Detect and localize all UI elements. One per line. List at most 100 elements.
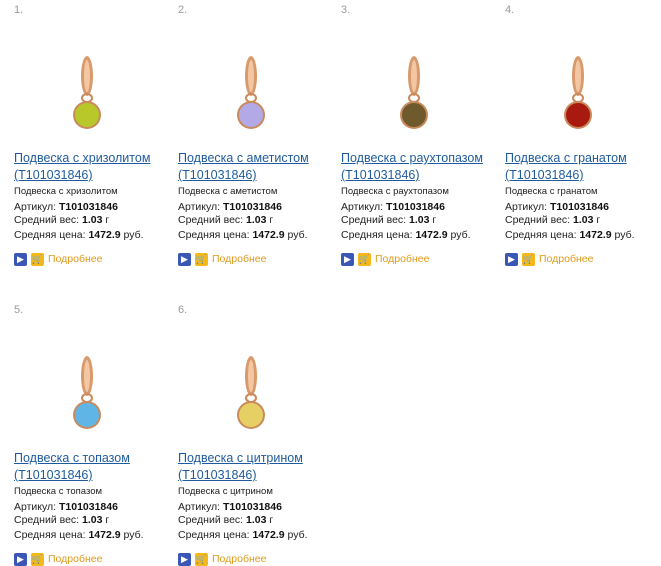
price-label: Средняя цена: xyxy=(505,229,577,241)
weight-label: Средний вес: xyxy=(505,214,571,226)
actions-row: ▶ 🛒 Подробнее xyxy=(505,252,593,266)
price-unit: руб. xyxy=(123,529,144,541)
product-image[interactable] xyxy=(347,18,481,138)
price-label: Средняя цена: xyxy=(341,229,413,241)
weight-unit: г xyxy=(269,214,274,226)
cart-icon[interactable]: 🛒 xyxy=(31,252,44,266)
pendant-image xyxy=(73,56,101,129)
pendant-image xyxy=(237,56,265,129)
article-label: Артикул: xyxy=(178,201,221,213)
price-value: 1472.9 xyxy=(252,529,285,541)
article-value: T101031846 xyxy=(58,201,118,213)
product-number: 6. xyxy=(178,304,188,316)
article-value: T101031846 xyxy=(549,201,609,213)
product-title-link[interactable]: Подвеска с гранатом (T101031846) xyxy=(505,150,661,184)
weight-unit: г xyxy=(105,214,110,226)
article-label: Артикул: xyxy=(14,501,57,513)
product-title-link[interactable]: Подвеска с топазом (T101031846) xyxy=(14,450,174,484)
article-label: Артикул: xyxy=(178,501,221,513)
cart-icon[interactable]: 🛒 xyxy=(195,252,208,266)
price-row: Средняя цена: 1472.9 руб. xyxy=(178,529,308,541)
actions-row: ▶ 🛒 Подробнее xyxy=(14,552,102,566)
weight-row: Средний вес: 1.03 г xyxy=(14,214,109,226)
cart-icon[interactable]: 🛒 xyxy=(195,552,208,566)
cart-icon[interactable]: 🛒 xyxy=(31,552,44,566)
product-image[interactable] xyxy=(184,18,318,138)
arrow-right-icon[interactable]: ▶ xyxy=(341,252,354,266)
arrow-right-icon[interactable]: ▶ xyxy=(14,252,27,266)
product-number: 2. xyxy=(178,4,188,16)
actions-row: ▶ 🛒 Подробнее xyxy=(14,252,102,266)
arrow-right-icon[interactable]: ▶ xyxy=(14,552,27,566)
price-row: Средняя цена: 1472.9 руб. xyxy=(14,229,144,241)
weight-value: 1.03 xyxy=(409,214,430,226)
weight-label: Средний вес: xyxy=(341,214,407,226)
weight-label: Средний вес: xyxy=(14,214,80,226)
weight-row: Средний вес: 1.03 г xyxy=(178,214,273,226)
article-row: Артикул: T101031846 xyxy=(178,501,282,513)
pendant-image xyxy=(237,356,265,429)
price-unit: руб. xyxy=(123,229,144,241)
weight-row: Средний вес: 1.03 г xyxy=(14,514,109,526)
product-image[interactable] xyxy=(511,18,645,138)
article-value: T101031846 xyxy=(385,201,445,213)
price-row: Средняя цена: 1472.9 руб. xyxy=(14,529,144,541)
article-row: Артикул: T101031846 xyxy=(505,201,609,213)
price-row: Средняя цена: 1472.9 руб. xyxy=(341,229,471,241)
product-title-link[interactable]: Подвеска с хризолитом (T101031846) xyxy=(14,150,174,184)
more-link[interactable]: Подробнее xyxy=(212,553,266,565)
product-description: Подвеска с цитрином xyxy=(178,486,273,497)
product-image[interactable] xyxy=(20,18,154,138)
price-value: 1472.9 xyxy=(415,229,448,241)
product-image[interactable] xyxy=(184,318,318,438)
weight-row: Средний вес: 1.03 г xyxy=(505,214,600,226)
actions-row: ▶ 🛒 Подробнее xyxy=(178,252,266,266)
product-title-link[interactable]: Подвеска с раухтопазом (T101031846) xyxy=(341,150,501,184)
product-image[interactable] xyxy=(20,318,154,438)
weight-row: Средний вес: 1.03 г xyxy=(341,214,436,226)
price-value: 1472.9 xyxy=(252,229,285,241)
price-value: 1472.9 xyxy=(88,229,121,241)
price-label: Средняя цена: xyxy=(178,529,250,541)
pendant-image xyxy=(73,356,101,429)
arrow-right-icon[interactable]: ▶ xyxy=(178,252,191,266)
article-value: T101031846 xyxy=(222,501,282,513)
article-row: Артикул: T101031846 xyxy=(14,501,118,513)
price-label: Средняя цена: xyxy=(178,229,250,241)
product-title-link[interactable]: Подвеска с аметистом (T101031846) xyxy=(178,150,338,184)
product-number: 3. xyxy=(341,4,351,16)
arrow-right-icon[interactable]: ▶ xyxy=(178,552,191,566)
more-link[interactable]: Подробнее xyxy=(375,253,429,265)
product-description: Подвеска с хризолитом xyxy=(14,186,118,197)
weight-value: 1.03 xyxy=(246,214,267,226)
pendant-image xyxy=(400,56,428,129)
price-unit: руб. xyxy=(450,229,471,241)
article-value: T101031846 xyxy=(58,501,118,513)
article-label: Артикул: xyxy=(14,201,57,213)
price-unit: руб. xyxy=(614,229,635,241)
product-description: Подвеска с гранатом xyxy=(505,186,598,197)
article-row: Артикул: T101031846 xyxy=(341,201,445,213)
weight-unit: г xyxy=(432,214,437,226)
price-unit: руб. xyxy=(287,229,308,241)
weight-label: Средний вес: xyxy=(14,514,80,526)
pendant-image xyxy=(564,56,592,129)
price-row: Средняя цена: 1472.9 руб. xyxy=(178,229,308,241)
weight-label: Средний вес: xyxy=(178,514,244,526)
more-link[interactable]: Подробнее xyxy=(48,553,102,565)
product-number: 4. xyxy=(505,4,515,16)
article-label: Артикул: xyxy=(341,201,384,213)
product-title-link[interactable]: Подвеска с цитрином (T101031846) xyxy=(178,450,338,484)
product-number: 1. xyxy=(14,4,24,16)
more-link[interactable]: Подробнее xyxy=(48,253,102,265)
weight-value: 1.03 xyxy=(82,514,103,526)
cart-icon[interactable]: 🛒 xyxy=(358,252,371,266)
more-link[interactable]: Подробнее xyxy=(212,253,266,265)
cart-icon[interactable]: 🛒 xyxy=(522,252,535,266)
weight-label: Средний вес: xyxy=(178,214,244,226)
weight-value: 1.03 xyxy=(82,214,103,226)
arrow-right-icon[interactable]: ▶ xyxy=(505,252,518,266)
more-link[interactable]: Подробнее xyxy=(539,253,593,265)
weight-unit: г xyxy=(596,214,601,226)
price-value: 1472.9 xyxy=(579,229,612,241)
